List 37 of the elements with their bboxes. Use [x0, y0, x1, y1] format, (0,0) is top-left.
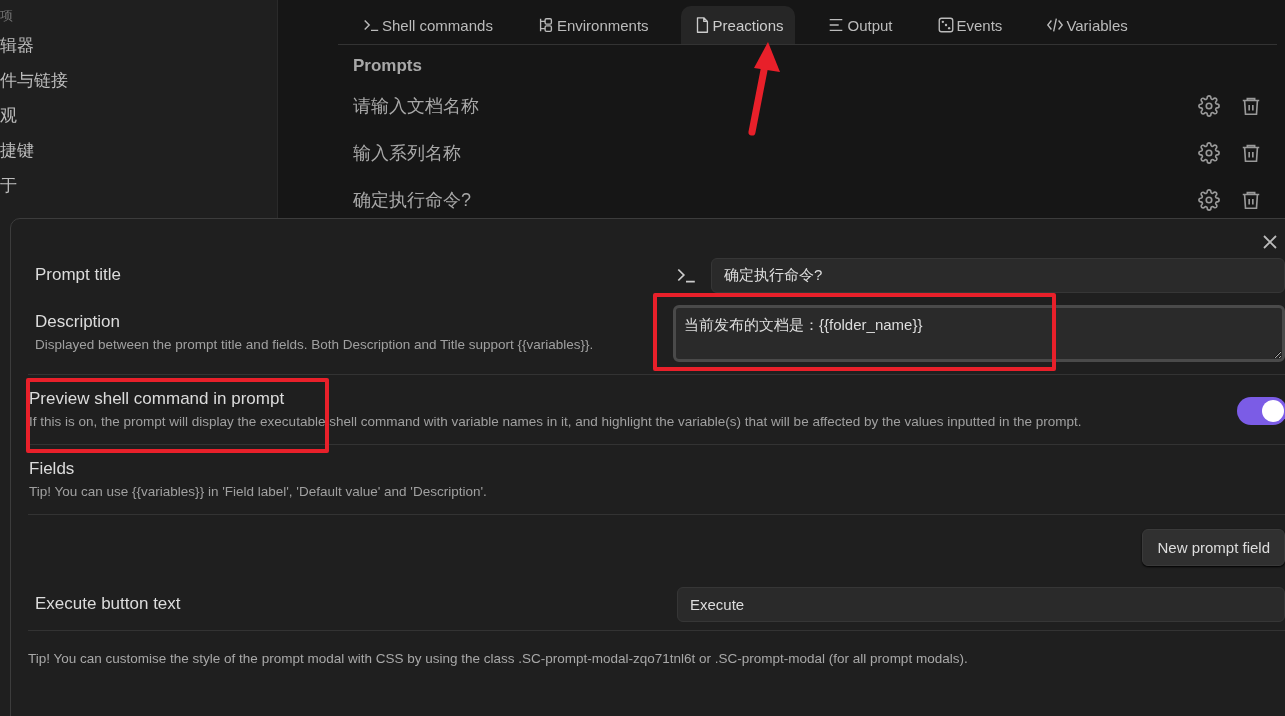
close-button[interactable] [1261, 233, 1279, 251]
setting-description: If this is on, the prompt will display the executable shell command with variable names in it, and highlight the variable(s) that will be affected by the values inputted in the prompt. [29, 413, 1083, 431]
prompt-title[interactable]: 确定执行命令? [353, 187, 1178, 212]
tab[interactable]: Preactions [680, 6, 796, 44]
tab[interactable]: Events [924, 6, 1015, 44]
code-icon [1046, 16, 1065, 34]
settings-icon[interactable] [1198, 94, 1220, 117]
setting-name: Preview shell command in prompt [29, 389, 286, 409]
description-field[interactable]: 当前发布的文档是：{{folder_name}} [673, 305, 1285, 362]
dice-icon [936, 16, 955, 34]
setting-name: Execute button text [35, 594, 182, 614]
tab[interactable]: Output [815, 6, 905, 44]
text-field[interactable]: 确定执行命令? [711, 257, 1285, 293]
toggle-switch[interactable] [1237, 396, 1285, 425]
sidebar-heading: 项 [0, 7, 14, 25]
sidebar-item[interactable]: 辑器 [0, 28, 277, 63]
tab[interactable]: Shell commands [350, 6, 505, 44]
sidebar-item[interactable]: 捷键 [0, 133, 277, 168]
close-icon [1261, 233, 1279, 251]
text-field[interactable]: Execute [677, 586, 1285, 622]
prompt-title[interactable]: 请输入文档名称 [353, 93, 1178, 118]
tab[interactable]: Environments [524, 6, 661, 44]
sidebar-item[interactable]: 件与链接 [0, 63, 277, 98]
tab[interactable]: Variables [1034, 6, 1140, 44]
settings-icon[interactable] [1198, 188, 1220, 211]
new-field-button[interactable]: New prompt field [1142, 529, 1285, 566]
settings-icon[interactable] [1198, 141, 1220, 164]
setting-name: Prompt title [35, 265, 122, 285]
prompt-title[interactable]: 输入系列名称 [353, 140, 1178, 165]
sidebar-item[interactable]: 于 [0, 168, 277, 203]
sidebar-item[interactable]: 观 [0, 98, 277, 133]
setting-description: Displayed between the prompt title and fields. Both Description and Title support {{variables}}. [35, 336, 595, 354]
setting-name: Fields [29, 459, 76, 479]
section-heading: Prompts [352, 55, 423, 77]
tip-text: Tip! You can customise the style of the prompt modal with CSS by using the class .SC-prompt-modal-zqo71tnl6t or .SC-prompt-modal (for all prompt modals). [28, 650, 969, 666]
setting-description: Tip! You can use {{variables}} in 'Field label', 'Default value' and 'Description'. [29, 483, 488, 501]
setting-name: Description [35, 312, 122, 332]
